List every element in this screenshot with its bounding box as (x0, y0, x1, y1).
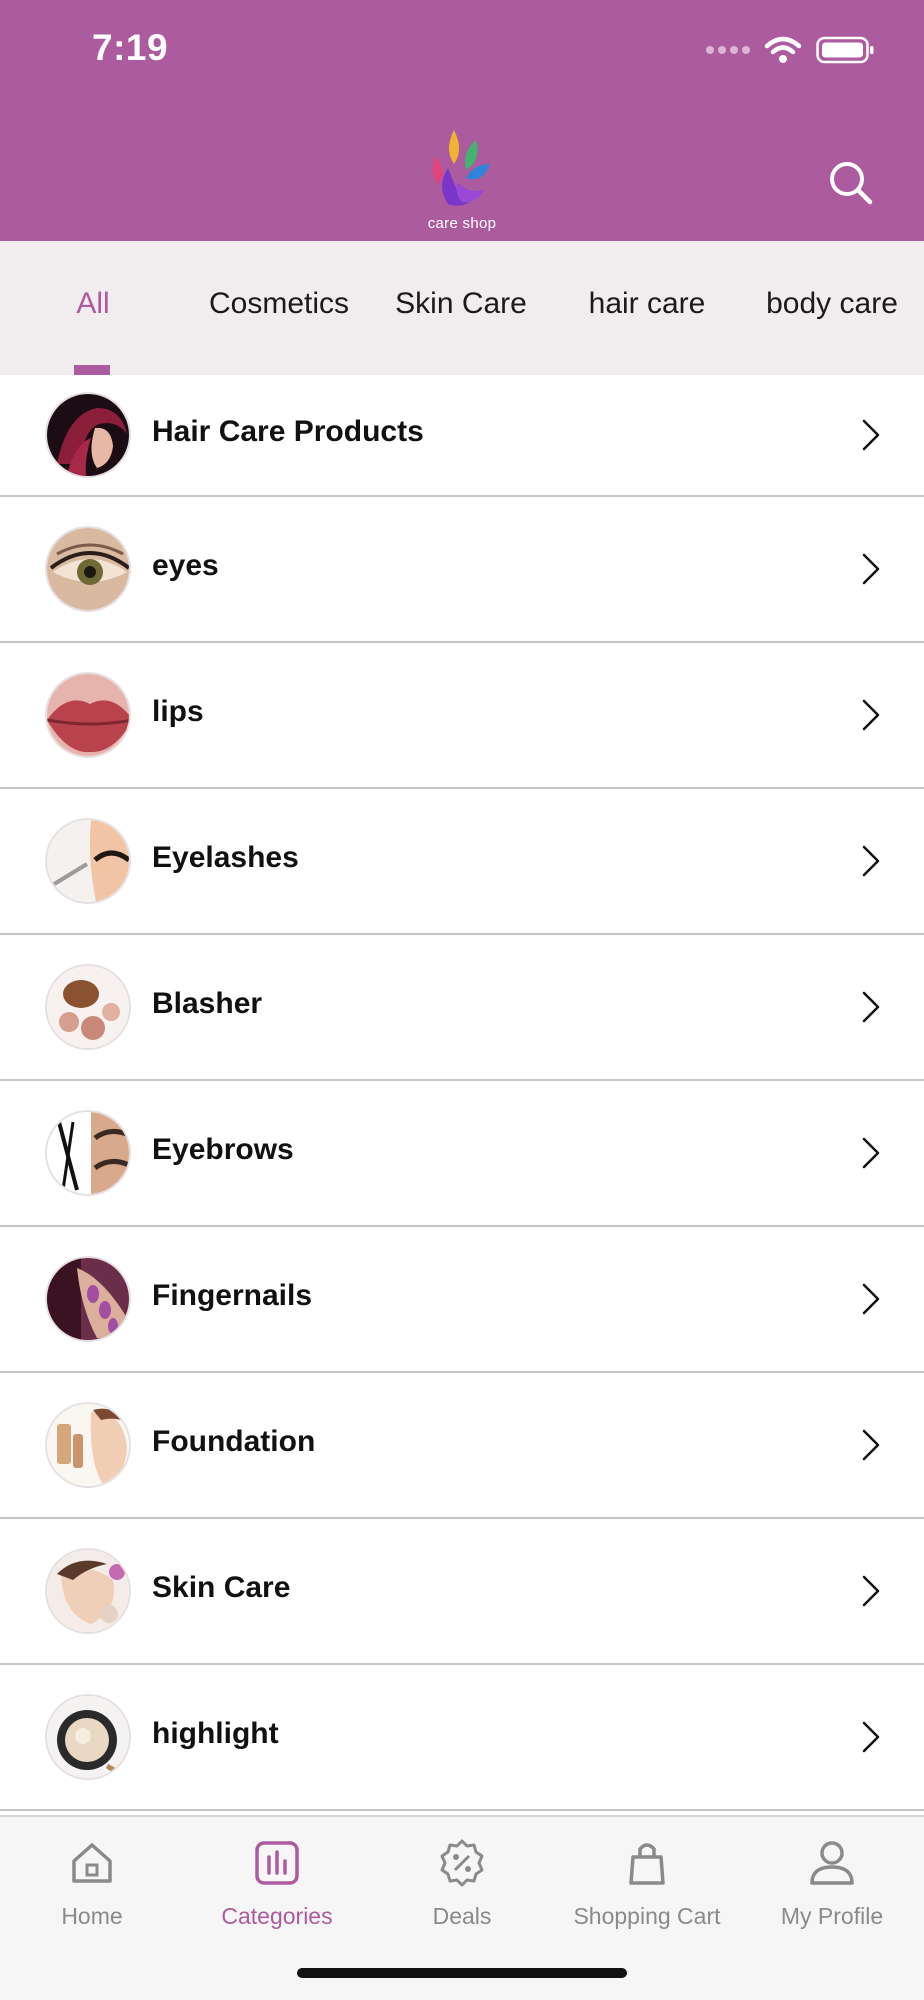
chevron-right-icon (862, 553, 880, 585)
home-icon (72, 1843, 112, 1883)
eyebrows-thumbnail (45, 1110, 131, 1196)
category-label: eyes (152, 549, 219, 582)
category-label: Hair Care Products (152, 415, 424, 448)
category-label: lips (152, 695, 204, 728)
tabbar-label: Categories (221, 1903, 333, 1929)
tabbar-home[interactable]: Home (0, 1837, 184, 1930)
search-button[interactable] (824, 156, 880, 212)
signal-dots-icon (706, 46, 750, 54)
logo-text: care shop (427, 215, 497, 232)
wifi-icon (764, 36, 802, 63)
highlight-thumbnail (45, 1694, 131, 1780)
list-item[interactable]: Hair Care Products (0, 375, 924, 497)
tabbar-categories[interactable]: Categories (185, 1837, 369, 1930)
tabbar-label: Home (61, 1903, 123, 1929)
tab-all[interactable]: All (60, 276, 126, 332)
battery-icon (816, 36, 874, 64)
blasher-thumbnail (45, 964, 131, 1050)
chevron-right-icon (862, 991, 880, 1023)
foundation-thumbnail (45, 1402, 131, 1488)
category-label: Fingernails (152, 1279, 313, 1312)
chevron-right-icon (862, 419, 880, 451)
category-tabs: All Cosmetics Skin Care hair care body c… (0, 241, 924, 375)
tabbar-my-profile[interactable]: My Profile (740, 1837, 924, 1930)
lips-thumbnail (45, 672, 131, 758)
list-item[interactable]: Fingernails (0, 1227, 924, 1373)
list-item[interactable]: highlight (0, 1665, 924, 1811)
eyelashes-thumbnail (45, 818, 131, 904)
shopping-cart-icon (629, 1843, 665, 1885)
list-item[interactable]: Blasher (0, 935, 924, 1081)
category-label: Blasher (152, 987, 263, 1020)
profile-icon (810, 1841, 854, 1885)
category-label: highlight (152, 1717, 279, 1750)
eyes-thumbnail (45, 526, 131, 612)
deals-icon (440, 1839, 484, 1887)
categories-icon (255, 1841, 299, 1885)
chevron-right-icon (862, 845, 880, 877)
category-label: Eyebrows (152, 1133, 294, 1166)
tab-body-care[interactable]: body care (758, 276, 906, 332)
chevron-right-icon (862, 1721, 880, 1753)
status-icons (706, 30, 874, 70)
skin-care-thumbnail (45, 1548, 131, 1634)
tabbar-label: My Profile (780, 1903, 884, 1929)
fingernails-thumbnail (45, 1256, 131, 1342)
category-label: Skin Care (152, 1571, 291, 1604)
tab-hair-care[interactable]: hair care (576, 276, 718, 332)
chevron-right-icon (862, 1137, 880, 1169)
tabbar-shopping-cart[interactable]: Shopping Cart (555, 1837, 739, 1930)
search-icon (830, 162, 873, 205)
tab-cosmetics[interactable]: Cosmetics (200, 276, 358, 332)
category-label: Foundation (152, 1425, 316, 1458)
category-label: Eyelashes (152, 841, 299, 874)
list-item[interactable]: lips (0, 643, 924, 789)
chevron-right-icon (862, 699, 880, 731)
home-indicator (297, 1968, 627, 1978)
care-shop-logo: care shop (418, 124, 506, 234)
list-item[interactable]: Skin Care (0, 1519, 924, 1665)
logo-mark-icon (432, 130, 490, 206)
category-list: Hair Care Products eyes lips Eyelashes B… (0, 375, 924, 1815)
list-item[interactable]: eyes (0, 497, 924, 643)
tabbar-deals[interactable]: Deals (370, 1837, 554, 1930)
screen: 7:19 care shop All Cosmetics Skin Care h… (0, 0, 924, 2000)
chevron-right-icon (862, 1283, 880, 1315)
list-item[interactable]: Foundation (0, 1373, 924, 1519)
chevron-right-icon (862, 1429, 880, 1461)
app-header: 7:19 care shop (0, 0, 924, 241)
status-time: 7:19 (92, 27, 169, 68)
list-item[interactable]: Eyelashes (0, 789, 924, 935)
list-item[interactable]: Eyebrows (0, 1081, 924, 1227)
active-tab-indicator (74, 365, 110, 375)
tabbar-label: Deals (432, 1903, 492, 1929)
tab-skin-care[interactable]: Skin Care (390, 276, 532, 332)
tabbar-label: Shopping Cart (573, 1903, 721, 1929)
chevron-right-icon (862, 1575, 880, 1607)
hair-care-products-thumbnail (45, 392, 131, 478)
